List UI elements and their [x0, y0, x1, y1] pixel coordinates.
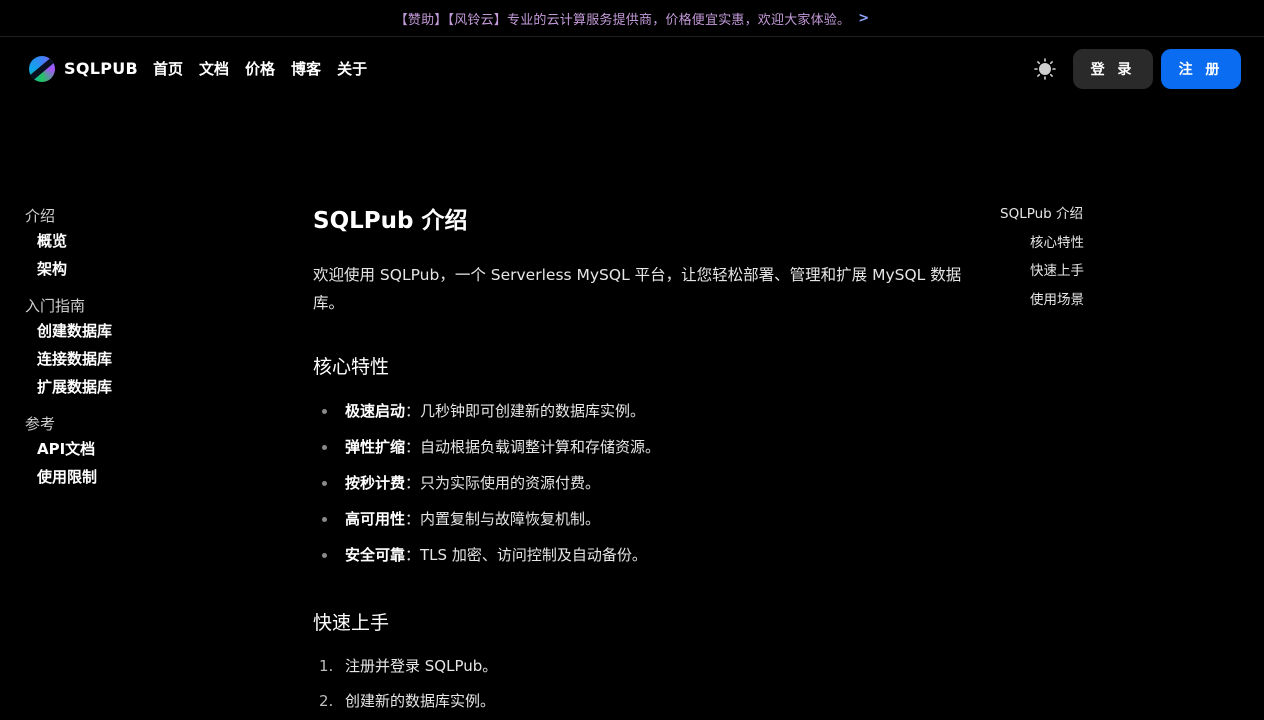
logo-icon[interactable] [29, 56, 55, 82]
brand-name[interactable]: SQLPUB [64, 59, 138, 78]
feature-name: 高可用性 [345, 510, 406, 528]
sidebar-item-api-docs[interactable]: API文档 [25, 435, 225, 463]
toc-item-title[interactable]: SQLPub 介绍 [1000, 202, 1200, 231]
quickstart-steps: 1. 注册并登录 SQLPub。 2. 创建新的数据库实例。 [313, 649, 968, 719]
feature-desc: ：只为实际使用的资源付费。 [405, 474, 601, 492]
features-heading: 核心特性 [313, 356, 390, 378]
sidebar-group-title: 介绍 [25, 207, 56, 225]
feature-name: 极速启动 [345, 402, 406, 420]
sidebar-item-connect-db[interactable]: 连接数据库 [25, 345, 225, 373]
list-item: 弹性扩缩：自动根据负载调整计算和存储资源。 [313, 429, 968, 465]
sidebar-group-reference: 参考 API文档 使用限制 [25, 413, 225, 491]
quickstart-heading: 快速上手 [313, 612, 390, 634]
features-list: 极速启动：几秒钟即可创建新的数据库实例。 弹性扩缩：自动根据负载调整计算和存储资… [313, 393, 968, 573]
toc-item-features[interactable]: 核心特性 [1000, 231, 1200, 260]
login-button[interactable]: 登 录 [1073, 49, 1153, 89]
sun-icon[interactable] [1034, 58, 1056, 80]
list-item: 按秒计费：只为实际使用的资源付费。 [313, 465, 968, 501]
nav-pricing[interactable]: 价格 [245, 58, 275, 79]
step-number: 1. [319, 657, 334, 675]
toc-item-use-cases[interactable]: 使用场景 [1000, 288, 1200, 317]
list-item: 2. 创建新的数据库实例。 [313, 684, 968, 719]
sidebar-item-overview[interactable]: 概览 [25, 227, 225, 255]
list-item: 极速启动：几秒钟即可创建新的数据库实例。 [313, 393, 968, 429]
feature-desc: ：TLS 加密、访问控制及自动备份。 [405, 546, 647, 564]
list-item: 高可用性：内置复制与故障恢复机制。 [313, 501, 968, 537]
top-navbar: SQLPUB 首页 文档 价格 博客 关于 登 录 注 册 [0, 37, 1264, 101]
table-of-contents: SQLPub 介绍 核心特性 快速上手 使用场景 [1000, 202, 1200, 316]
announcement-bar[interactable]: 【赞助】【风铃云】专业的云计算服务提供商，价格便宜实惠，欢迎大家体验。 > [0, 0, 1264, 37]
sidebar-item-scale-db[interactable]: 扩展数据库 [25, 373, 225, 401]
announcement-arrow-icon[interactable]: > [858, 11, 869, 26]
toc-item-quickstart[interactable]: 快速上手 [1000, 259, 1200, 288]
sidebar-item-create-db[interactable]: 创建数据库 [25, 317, 225, 345]
page-title: SQLPub 介绍 [313, 208, 468, 234]
feature-name: 安全可靠 [345, 546, 406, 564]
nav-blog[interactable]: 博客 [291, 58, 321, 79]
step-text: 注册并登录 SQLPub。 [345, 657, 498, 675]
intro-paragraph: 欢迎使用 SQLPub，一个 Serverless MySQL 平台，让您轻松部… [313, 266, 962, 312]
sidebar-group-intro: 介绍 概览 架构 [25, 205, 225, 283]
feature-name: 弹性扩缩 [345, 438, 406, 456]
list-item: 1. 注册并登录 SQLPub。 [313, 649, 968, 684]
feature-desc: ：几秒钟即可创建新的数据库实例。 [405, 402, 646, 420]
nav-home[interactable]: 首页 [153, 58, 183, 79]
step-number: 2. [319, 692, 334, 710]
step-text: 创建新的数据库实例。 [345, 692, 496, 710]
doc-content: SQLPub 介绍 欢迎使用 SQLPub，一个 Serverless MySQ… [313, 205, 968, 719]
nav-docs[interactable]: 文档 [199, 58, 229, 79]
sidebar-group-title: 入门指南 [25, 297, 86, 315]
register-button[interactable]: 注 册 [1161, 49, 1241, 89]
sidebar-item-architecture[interactable]: 架构 [25, 255, 225, 283]
main-nav: 首页 文档 价格 博客 关于 [153, 58, 367, 79]
sidebar-group-title: 参考 [25, 415, 56, 433]
feature-desc: ：内置复制与故障恢复机制。 [405, 510, 601, 528]
sidebar-group-getting-started: 入门指南 创建数据库 连接数据库 扩展数据库 [25, 295, 225, 401]
announcement-text[interactable]: 【赞助】【风铃云】专业的云计算服务提供商，价格便宜实惠，欢迎大家体验。 [395, 9, 851, 28]
docs-sidebar: 介绍 概览 架构 入门指南 创建数据库 连接数据库 扩展数据库 参考 API文档… [25, 205, 225, 503]
list-item: 安全可靠：TLS 加密、访问控制及自动备份。 [313, 537, 968, 573]
nav-about[interactable]: 关于 [337, 58, 367, 79]
feature-desc: ：自动根据负载调整计算和存储资源。 [405, 438, 661, 456]
sidebar-item-limits[interactable]: 使用限制 [25, 463, 225, 491]
feature-name: 按秒计费 [345, 474, 406, 492]
